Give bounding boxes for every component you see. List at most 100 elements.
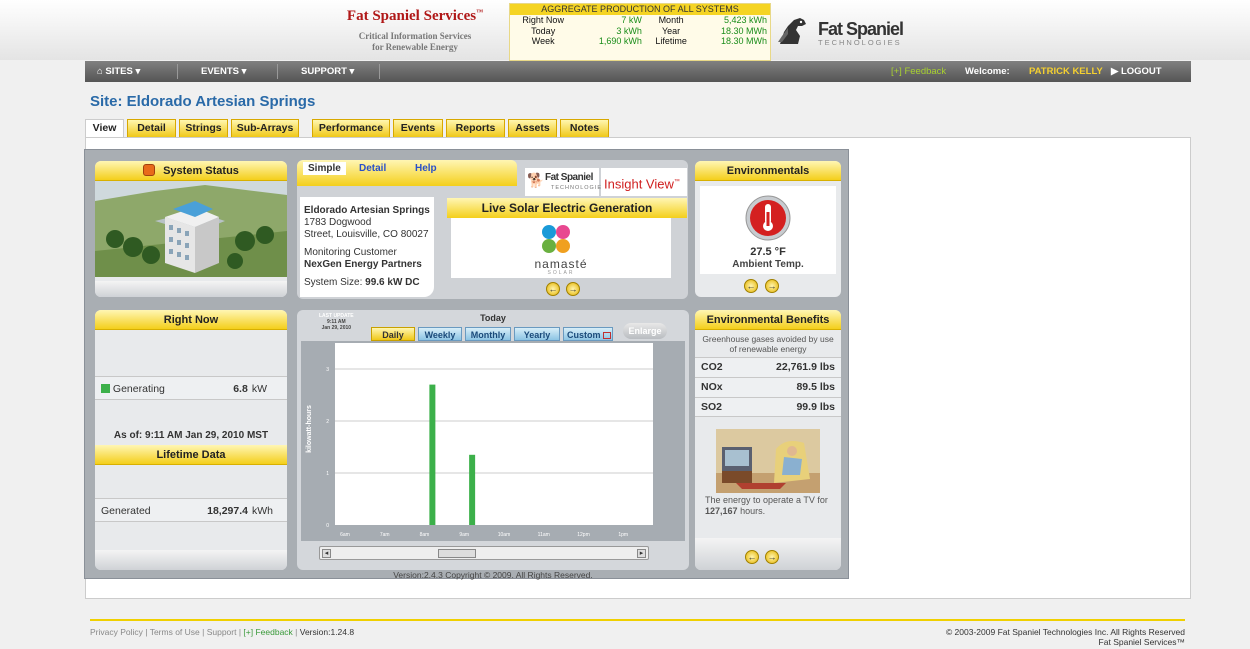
nav-sites-label: SITES ▾ bbox=[105, 66, 141, 77]
arrow-right-icon: → bbox=[767, 281, 777, 291]
panel-header: Right Now bbox=[95, 310, 287, 330]
scroll-thumb[interactable] bbox=[438, 549, 476, 558]
copyright-text: © 2003-2009 Fat Spaniel Technologies Inc… bbox=[945, 627, 1185, 637]
tab-help[interactable]: Help bbox=[415, 163, 437, 174]
tab-simple[interactable]: Simple bbox=[303, 162, 346, 175]
right-now-panel: Right Now Generating 6.8 kW As of: 9:11 A… bbox=[95, 310, 287, 570]
system-status-panel: System Status bbox=[95, 161, 287, 297]
chart-period: Today bbox=[480, 313, 506, 323]
partner-logo-area: namasté SOLAR bbox=[451, 218, 671, 278]
tab-performance[interactable]: Performance bbox=[312, 119, 390, 137]
agg-value: 18.30 MWh bbox=[720, 36, 767, 47]
enlarge-button[interactable]: Enlarge bbox=[623, 323, 667, 339]
live-generation-header: Live Solar Electric Generation bbox=[447, 198, 687, 218]
version-copyright: Version:2.4.3 Copyright © 2009. All Righ… bbox=[393, 570, 593, 580]
temperature-card: 27.5 °F Ambient Temp. bbox=[700, 186, 836, 274]
tv-unit: hours. bbox=[740, 506, 766, 516]
scroll-left-icon[interactable]: ◂ bbox=[322, 549, 331, 558]
size-label: System Size: bbox=[304, 277, 363, 288]
lifetime-row: Generated 18,297.4 kWh bbox=[95, 498, 287, 522]
tab-assets[interactable]: Assets bbox=[508, 119, 557, 137]
benefit-row-so2: SO2 99.9 lbs bbox=[695, 397, 841, 417]
agg-label: Today bbox=[531, 25, 556, 36]
energy-chart: 0 1 2 3 6am 7am 8am 9am 10am 11am 12pm 1pm kilowat… bbox=[301, 341, 685, 541]
chart-tab-yearly[interactable]: Yearly bbox=[514, 327, 560, 341]
custom-label: Custom bbox=[567, 330, 601, 340]
feedback-link[interactable]: [+] Feedback bbox=[891, 61, 946, 82]
panel-header: System Status bbox=[95, 161, 287, 181]
logout-link[interactable]: ▶ LOGOUT bbox=[1111, 61, 1162, 82]
chart-tab-weekly[interactable]: Weekly bbox=[418, 327, 462, 341]
chart-tab-custom[interactable]: Custom bbox=[563, 327, 613, 341]
agg-value: 7 kW bbox=[621, 15, 642, 26]
prev-button[interactable]: ← bbox=[546, 282, 560, 296]
customer-name: NexGen Energy Partners bbox=[304, 259, 422, 270]
aggregate-title: AGGREGATE PRODUCTION OF ALL SYSTEMS bbox=[510, 4, 770, 15]
page-footer: Privacy Policy | Terms of Use | Support … bbox=[90, 619, 1185, 647]
tv-benefit-text: The energy to operate a TV for 127,167 h… bbox=[705, 495, 839, 517]
tab-strings[interactable]: Strings bbox=[179, 119, 228, 137]
prev-button[interactable]: ← bbox=[745, 550, 759, 564]
chart-tab-daily[interactable]: Daily bbox=[371, 327, 415, 341]
privacy-link[interactable]: Privacy Policy bbox=[90, 627, 143, 637]
temperature-label: Ambient Temp. bbox=[732, 259, 804, 270]
product-name: Fat Spaniel Services™ bbox=[1098, 637, 1185, 647]
next-button[interactable]: → bbox=[765, 550, 779, 564]
panel-header: Environmental Benefits bbox=[695, 310, 841, 330]
benefit-label: CO2 bbox=[701, 361, 723, 373]
arrow-right-icon: → bbox=[767, 552, 777, 562]
tab-notes[interactable]: Notes bbox=[560, 119, 609, 137]
insight-view-app: System Status Simple Detail Help 🐕 Fat S… bbox=[84, 149, 849, 580]
y-tick-label: 3 bbox=[326, 367, 329, 373]
agg-label: Month bbox=[658, 15, 684, 26]
temperature-value: 27.5 °F bbox=[750, 246, 786, 258]
chart-scrollbar[interactable]: ◂ ▸ bbox=[319, 546, 649, 560]
system-size: 99.6 kW DC bbox=[365, 277, 420, 288]
feedback-footer-link[interactable]: [+] Feedback bbox=[243, 627, 292, 637]
partner-sub: SOLAR bbox=[547, 270, 575, 276]
site-info-card: Eldorado Artesian Springs 1783 Dogwood S… bbox=[300, 197, 434, 297]
tab-reports[interactable]: Reports bbox=[446, 119, 505, 137]
calendar-icon bbox=[602, 332, 611, 339]
nav-sites[interactable]: ⌂ SITES ▾ bbox=[97, 61, 140, 82]
terms-link[interactable]: Terms of Use bbox=[150, 627, 200, 637]
next-button[interactable]: → bbox=[765, 279, 779, 293]
status-icon bbox=[143, 164, 156, 176]
chart-bar bbox=[429, 384, 436, 525]
brand-subtitle: Critical Information Services for Renewab… bbox=[358, 31, 472, 52]
insight-view-title: Insight View™ bbox=[601, 168, 687, 196]
prev-button[interactable]: ← bbox=[744, 279, 758, 293]
agg-value: 3 kWh bbox=[616, 25, 642, 36]
nav-events[interactable]: EVENTS ▾ bbox=[201, 61, 246, 82]
welcome-label: Welcome: bbox=[965, 66, 1010, 77]
x-tick-label: 1pm bbox=[618, 532, 628, 538]
benefit-value: 99.9 lbs bbox=[796, 401, 835, 413]
as-of-timestamp: As of: 9:11 AM Jan 29, 2010 MST bbox=[113, 430, 269, 441]
next-button[interactable]: → bbox=[566, 282, 580, 296]
tab-sub-arrays[interactable]: Sub-Arrays bbox=[231, 119, 299, 137]
current-power: 6.8 bbox=[233, 383, 248, 395]
agg-label: Week bbox=[531, 36, 555, 47]
chart-tab-monthly[interactable]: Monthly bbox=[465, 327, 511, 341]
tm-mark: ™ bbox=[673, 179, 680, 185]
panel-footer bbox=[95, 281, 287, 297]
nav-divider bbox=[379, 64, 380, 79]
tab-detail[interactable]: Detail bbox=[127, 119, 176, 137]
table-row: Right Now 7 kW Month 5,423 kWh bbox=[510, 15, 770, 26]
logout-label: LOGOUT bbox=[1120, 66, 1162, 77]
scroll-right-icon[interactable]: ▸ bbox=[637, 549, 646, 558]
home-icon: ⌂ bbox=[97, 66, 103, 77]
support-link[interactable]: Support bbox=[207, 627, 237, 637]
partner-name: namasté bbox=[534, 257, 588, 271]
nav-support[interactable]: SUPPORT ▾ bbox=[301, 61, 354, 82]
tab-detail-insight[interactable]: Detail bbox=[359, 163, 386, 174]
last-update-date: Jan 29, 2010 bbox=[321, 325, 352, 331]
y-axis-label: kilowatt-hours bbox=[306, 405, 313, 453]
generating-value: 6.8 kW bbox=[233, 377, 267, 401]
tab-events[interactable]: Events bbox=[393, 119, 443, 137]
user-name: PATRICK KELLY bbox=[1029, 66, 1103, 77]
tab-view[interactable]: View bbox=[85, 119, 124, 137]
generating-label: Generating bbox=[112, 383, 165, 395]
benefits-intro: Greenhouse gases avoided by use of renew… bbox=[702, 334, 834, 354]
lifetime-header: Lifetime Data bbox=[95, 445, 287, 465]
